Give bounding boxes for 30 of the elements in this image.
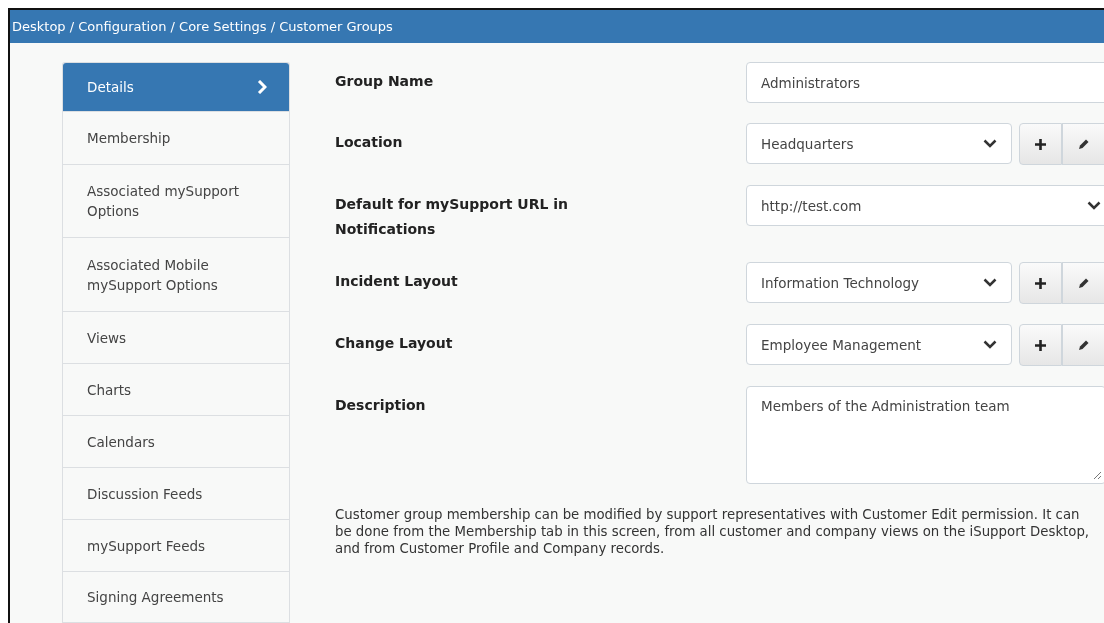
field-label: Change Layout [335, 334, 454, 353]
plus-icon [1035, 277, 1046, 289]
text-area[interactable]: Members of the Administration team [746, 386, 1104, 484]
field-label: Default for mySupport URL in Notifications [335, 195, 570, 239]
select-field[interactable]: Information Technology [746, 262, 1012, 303]
caret-icon [1087, 201, 1101, 210]
field-label: Description [335, 396, 427, 415]
chevron-icon [257, 80, 267, 94]
sidebar-item[interactable]: Details [63, 63, 289, 112]
select-field[interactable]: Employee Management [746, 324, 1012, 365]
text-field[interactable]: Administrators [746, 62, 1104, 103]
breadcrumb-trail: Desktop / Configuration / Core Settings / Customer Groups [12, 19, 393, 34]
field-label: Incident Layout [335, 272, 459, 291]
plus-icon [1035, 138, 1046, 150]
select-field[interactable]: Headquarters [746, 123, 1012, 164]
add-button[interactable] [1019, 324, 1062, 366]
pencil-icon [1077, 138, 1090, 150]
help-text: Customer group membership can be modified by support representatives with Customer Edit permission. It can be done from the Membership tab in this screen, from all customer and company views on the iSupport Desktop, and from Customer Profile and Company records. [335, 506, 1091, 557]
pencil-icon [1077, 339, 1090, 351]
select-field[interactable]: http://test.com [746, 185, 1104, 226]
add-button[interactable] [1019, 262, 1062, 304]
caret-icon [983, 139, 997, 148]
plus-icon [1035, 339, 1046, 351]
caret-icon [983, 340, 997, 349]
resize-grip-icon [1092, 470, 1102, 480]
field-label: Location [335, 133, 404, 152]
pencil-icon [1077, 277, 1090, 289]
add-button[interactable] [1019, 123, 1062, 165]
caret-icon [983, 278, 997, 287]
field-label: Group Name [335, 72, 435, 91]
